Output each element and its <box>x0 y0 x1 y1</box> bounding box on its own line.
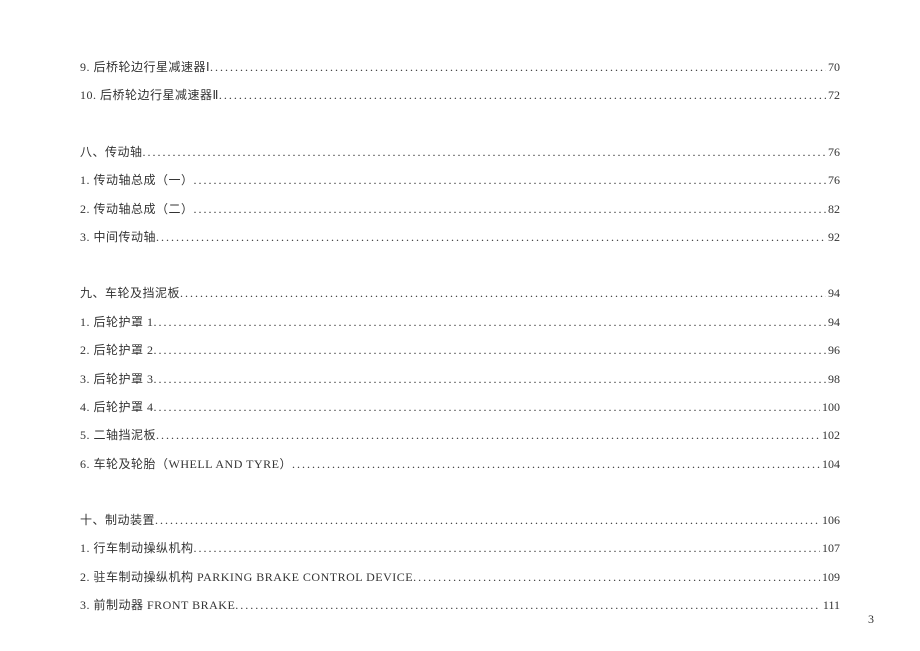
toc-entry-label: 5. 二轴挡泥板 <box>80 428 156 442</box>
toc-leader-dots <box>413 570 820 584</box>
toc-entry: 2. 后轮护罩 2 96 <box>80 343 840 357</box>
toc-leader-dots <box>143 145 826 159</box>
toc-entry: 3. 前制动器 FRONT BRAKE 111 <box>80 598 840 612</box>
toc-entry-page: 76 <box>826 173 840 187</box>
toc-entry-page: 107 <box>820 541 840 555</box>
toc-entry: 5. 二轴挡泥板 102 <box>80 428 840 442</box>
toc-entry-label: 4. 后轮护罩 4 <box>80 400 154 414</box>
toc-leader-dots <box>154 315 826 329</box>
toc-entry: 八、传动轴 76 <box>80 145 840 159</box>
toc-entry: 十、制动装置 106 <box>80 513 840 527</box>
toc-entry-page: 98 <box>826 372 840 386</box>
section-gap <box>80 485 840 513</box>
toc-entry-label: 3. 中间传动轴 <box>80 230 156 244</box>
toc-entry: 3. 后轮护罩 3 98 <box>80 372 840 386</box>
toc-leader-dots <box>154 343 826 357</box>
toc-entry-page: 94 <box>826 286 840 300</box>
toc-entry-page: 109 <box>820 570 840 584</box>
toc-leader-dots <box>155 513 820 527</box>
toc-entry: 6. 车轮及轮胎（WHELL AND TYRE） 104 <box>80 457 840 471</box>
toc-entry-label: 2. 驻车制动操纵机构 PARKING BRAKE CONTROL DEVICE <box>80 570 413 584</box>
toc-entry-page: 104 <box>820 457 840 471</box>
toc-entry-page: 111 <box>821 598 840 612</box>
toc-list: 9. 后桥轮边行星减速器Ⅰ7010. 后桥轮边行星减速器Ⅱ72八、传动轴761.… <box>80 60 840 613</box>
toc-entry-label: 10. 后桥轮边行星减速器Ⅱ <box>80 88 219 102</box>
toc-entry-label: 八、传动轴 <box>80 145 143 159</box>
toc-entry-page: 96 <box>826 343 840 357</box>
toc-entry-label: 1. 后轮护罩 1 <box>80 315 154 329</box>
toc-leader-dots <box>292 457 820 471</box>
toc-entry: 2. 传动轴总成（二） 82 <box>80 202 840 216</box>
toc-entry-page: 82 <box>826 202 840 216</box>
toc-leader-dots <box>194 202 826 216</box>
toc-entry-page: 76 <box>826 145 840 159</box>
toc-entry-page: 92 <box>826 230 840 244</box>
toc-leader-dots <box>156 428 820 442</box>
toc-entry-label: 2. 传动轴总成（二） <box>80 202 194 216</box>
toc-entry-page: 94 <box>826 315 840 329</box>
toc-leader-dots <box>210 60 826 74</box>
toc-entry: 1. 后轮护罩 1 94 <box>80 315 840 329</box>
toc-entry: 9. 后桥轮边行星减速器Ⅰ 70 <box>80 60 840 74</box>
toc-entry-label: 9. 后桥轮边行星减速器Ⅰ <box>80 60 210 74</box>
toc-entry-label: 2. 后轮护罩 2 <box>80 343 154 357</box>
section-gap <box>80 117 840 145</box>
toc-entry: 10. 后桥轮边行星减速器Ⅱ 72 <box>80 88 840 102</box>
toc-entry: 4. 后轮护罩 4 100 <box>80 400 840 414</box>
toc-leader-dots <box>219 88 826 102</box>
toc-entry-label: 1. 行车制动操纵机构 <box>80 541 194 555</box>
toc-leader-dots <box>154 372 826 386</box>
toc-leader-dots <box>194 173 826 187</box>
toc-entry-label: 6. 车轮及轮胎（WHELL AND TYRE） <box>80 457 292 471</box>
toc-entry-label: 九、车轮及挡泥板 <box>80 286 180 300</box>
toc-entry: 九、车轮及挡泥板 94 <box>80 286 840 300</box>
toc-leader-dots <box>154 400 820 414</box>
page-number: 3 <box>868 612 874 627</box>
section-gap <box>80 258 840 286</box>
toc-leader-dots <box>235 598 821 612</box>
toc-entry: 1. 传动轴总成（一） 76 <box>80 173 840 187</box>
toc-leader-dots <box>194 541 820 555</box>
toc-entry-page: 72 <box>826 88 840 102</box>
toc-entry-label: 3. 前制动器 FRONT BRAKE <box>80 598 235 612</box>
toc-entry-page: 106 <box>820 513 840 527</box>
toc-entry-page: 102 <box>820 428 840 442</box>
toc-entry-label: 十、制动装置 <box>80 513 155 527</box>
toc-leader-dots <box>156 230 826 244</box>
toc-entry-label: 3. 后轮护罩 3 <box>80 372 154 386</box>
toc-entry-page: 100 <box>820 400 840 414</box>
toc-entry-label: 1. 传动轴总成（一） <box>80 173 194 187</box>
toc-entry-page: 70 <box>826 60 840 74</box>
toc-entry: 3. 中间传动轴 92 <box>80 230 840 244</box>
toc-entry: 2. 驻车制动操纵机构 PARKING BRAKE CONTROL DEVICE… <box>80 570 840 584</box>
toc-leader-dots <box>180 286 826 300</box>
toc-page: 9. 后桥轮边行星减速器Ⅰ7010. 后桥轮边行星减速器Ⅱ72八、传动轴761.… <box>0 0 920 651</box>
toc-entry: 1. 行车制动操纵机构 107 <box>80 541 840 555</box>
